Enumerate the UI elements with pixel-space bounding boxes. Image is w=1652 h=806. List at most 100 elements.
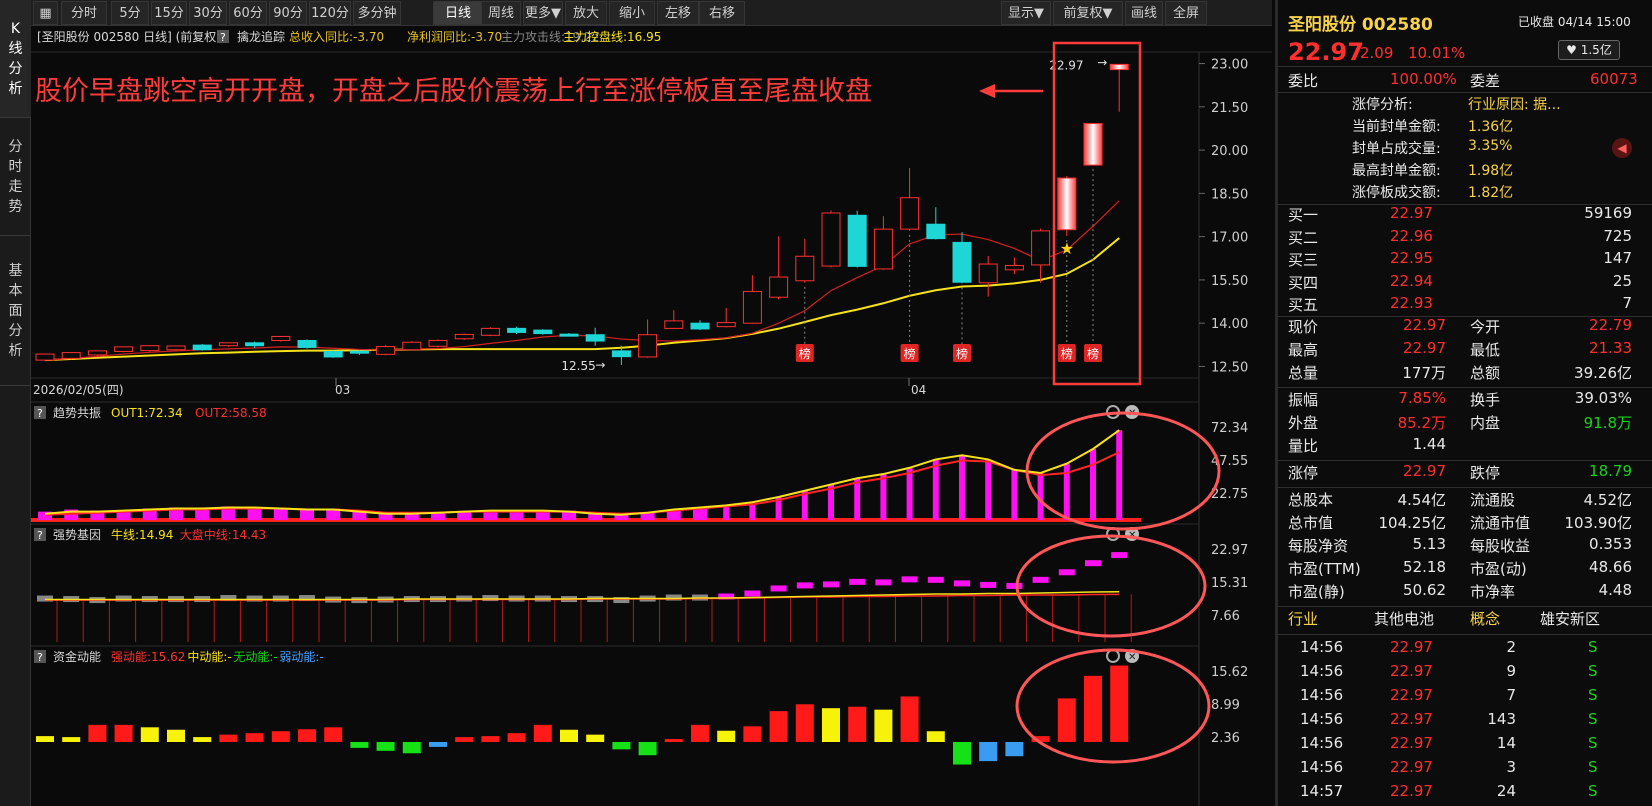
candle-body[interactable] bbox=[323, 350, 343, 358]
fund-bar bbox=[350, 742, 369, 748]
candle-body[interactable] bbox=[873, 228, 893, 270]
toolbar-right-button[interactable]: 全屏 bbox=[1165, 1, 1207, 25]
quote-panel: 圣阳股份 002580 已收盘 04/14 15:00 22.97 2.09 10.01… bbox=[1275, 0, 1652, 806]
toolbar-right-button[interactable]: 显示▼ bbox=[1001, 1, 1051, 25]
period-button[interactable]: 120分 bbox=[309, 1, 351, 25]
candle-body[interactable] bbox=[1004, 264, 1024, 271]
candle-body[interactable] bbox=[847, 214, 867, 267]
period-button[interactable]: 放大 bbox=[565, 1, 607, 25]
candle-body[interactable] bbox=[1057, 177, 1077, 231]
fund-bar bbox=[1084, 675, 1102, 742]
candle-body[interactable] bbox=[1031, 230, 1051, 266]
candle-body[interactable] bbox=[376, 346, 396, 355]
stat-value: 22.97 bbox=[1403, 316, 1446, 334]
stat-value: 52.18 bbox=[1403, 558, 1446, 576]
control-line: 主力控盘线:16.95 bbox=[563, 29, 661, 44]
period-button[interactable]: 周线 bbox=[481, 1, 521, 25]
candle-body[interactable] bbox=[454, 333, 474, 340]
candle-body[interactable] bbox=[978, 263, 998, 284]
candle-body[interactable] bbox=[35, 353, 55, 361]
candle-body[interactable] bbox=[61, 352, 81, 359]
candle-body[interactable] bbox=[926, 223, 946, 240]
candle-body[interactable] bbox=[769, 276, 789, 298]
price-axis-label: 18.50 bbox=[1211, 187, 1248, 202]
candle-body[interactable] bbox=[349, 350, 369, 354]
candle-body[interactable] bbox=[87, 350, 107, 356]
grid-icon[interactable]: ▦ bbox=[33, 1, 58, 25]
candle-body[interactable] bbox=[245, 342, 265, 347]
collapse-icon[interactable]: ◀ bbox=[1612, 138, 1632, 158]
nav-tab-0[interactable]: K线分析 bbox=[0, 0, 31, 118]
chart-area[interactable]: [圣阳股份 002580 日线] (前复权)? 擒龙追踪 总收入同比:-3.70 净利… bbox=[31, 26, 1272, 806]
period-button[interactable]: 右移 bbox=[699, 1, 745, 25]
panel-indicator-value: 无动能:- bbox=[233, 650, 277, 664]
nav-tab-1[interactable]: 分时走势 bbox=[0, 118, 31, 236]
candle-body[interactable] bbox=[218, 342, 238, 347]
candle-body[interactable] bbox=[952, 241, 972, 283]
dragon-tiger-badge-label: 榜 bbox=[956, 346, 968, 361]
candle-body[interactable] bbox=[402, 341, 422, 351]
period-button[interactable]: 日线 bbox=[433, 1, 483, 25]
panel-indicator-value: 弱动能:- bbox=[279, 650, 323, 664]
period-button[interactable]: 30分 bbox=[189, 1, 227, 25]
candle-body[interactable] bbox=[795, 255, 815, 282]
candle-body[interactable] bbox=[533, 329, 553, 335]
candle-body[interactable] bbox=[638, 334, 658, 358]
candle-body[interactable] bbox=[716, 322, 736, 328]
nav-tab-2[interactable]: 基本面分析 bbox=[0, 236, 31, 386]
period-button[interactable]: 60分 bbox=[229, 1, 267, 25]
chart-canvas[interactable]: [圣阳股份 002580 日线] (前复权)? 擒龙追踪 总收入同比:-3.70 净利… bbox=[31, 26, 1272, 806]
period-button[interactable]: 多分钟 bbox=[353, 1, 401, 25]
period-button[interactable]: 更多▼ bbox=[523, 1, 563, 25]
nav-tab-char: 时 bbox=[8, 158, 23, 175]
period-button[interactable]: 5分 bbox=[111, 1, 149, 25]
gene-block bbox=[954, 580, 970, 587]
stat-value: 0.353 bbox=[1589, 535, 1632, 553]
period-button[interactable]: 15分 bbox=[151, 1, 187, 25]
candle-body[interactable] bbox=[166, 345, 186, 351]
candle-body[interactable] bbox=[559, 333, 579, 337]
candle-body[interactable] bbox=[900, 197, 920, 230]
candle-body[interactable] bbox=[664, 320, 684, 329]
stat-label: 内盘 bbox=[1470, 414, 1501, 432]
candle-body[interactable] bbox=[192, 344, 212, 351]
gear-icon[interactable] bbox=[1106, 649, 1120, 663]
toolbar-right-button[interactable]: 画线 bbox=[1125, 1, 1163, 25]
candle-body[interactable] bbox=[690, 322, 710, 330]
nav-tab-char: 分 bbox=[8, 60, 23, 77]
market-status: 已收盘 04/14 15:00 bbox=[1518, 15, 1631, 29]
period-button[interactable]: 90分 bbox=[269, 1, 307, 25]
divider bbox=[1278, 606, 1652, 607]
tick-side: S bbox=[1588, 638, 1598, 656]
candle-body[interactable] bbox=[821, 212, 841, 267]
tick-volume: 3 bbox=[1506, 758, 1516, 776]
limit-up-label: 封单占成交量: bbox=[1352, 141, 1441, 157]
bid-volume: 59169 bbox=[1584, 204, 1632, 222]
candle-body[interactable] bbox=[585, 334, 605, 342]
candle-body[interactable] bbox=[611, 350, 631, 358]
concept-label[interactable]: 概念 bbox=[1470, 608, 1500, 629]
candle-body[interactable] bbox=[428, 339, 448, 347]
candle-body[interactable] bbox=[480, 327, 500, 336]
candle-body[interactable] bbox=[507, 327, 527, 333]
fund-bar bbox=[62, 737, 81, 742]
stat-value: 103.90亿 bbox=[1564, 514, 1633, 532]
industry-label[interactable]: 行业 bbox=[1288, 608, 1318, 629]
tick-volume: 7 bbox=[1506, 686, 1516, 704]
favorite-button[interactable]: ♥ 1.5亿 bbox=[1558, 40, 1620, 60]
candle-body[interactable] bbox=[1083, 123, 1103, 166]
candle-body[interactable] bbox=[1109, 63, 1129, 71]
nav-tab-char: 势 bbox=[8, 198, 23, 215]
period-button[interactable]: 缩小 bbox=[609, 1, 655, 25]
limit-up-label: 涨停板成交额: bbox=[1352, 185, 1441, 201]
period-button[interactable]: 分时 bbox=[61, 1, 107, 25]
candle-body[interactable] bbox=[271, 335, 291, 341]
toolbar-right-button[interactable]: 前复权▼ bbox=[1053, 1, 1123, 25]
candle-body[interactable] bbox=[114, 346, 134, 352]
panel-indicator-name: 趋势共振 bbox=[53, 406, 101, 420]
candle-body[interactable] bbox=[297, 339, 317, 348]
period-button[interactable]: 左移 bbox=[657, 1, 699, 25]
panel-indicator-value: 牛线:14.94 bbox=[111, 527, 173, 542]
candle-body[interactable] bbox=[140, 345, 160, 352]
candle-body[interactable] bbox=[742, 290, 762, 324]
